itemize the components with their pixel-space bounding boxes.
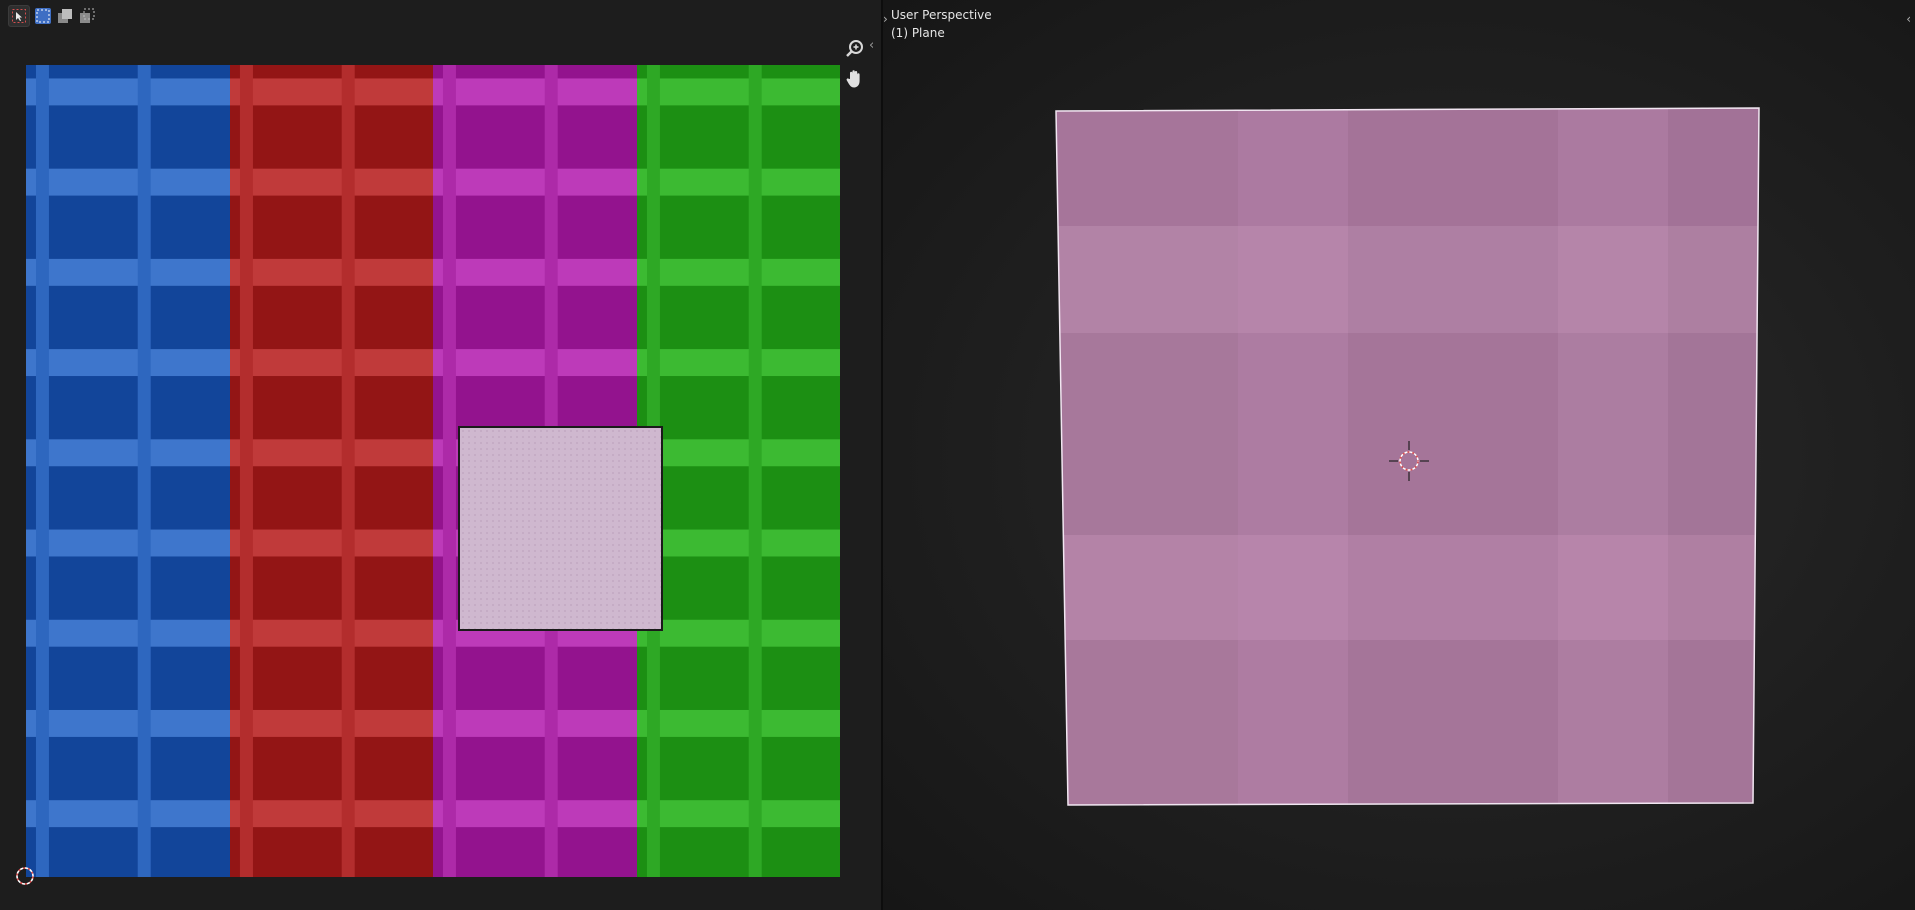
uv-texture-image[interactable] [26,65,840,877]
texture-column-blue [26,65,230,877]
select-subtract-icon [80,8,95,23]
select-mode-new-button[interactable] [34,7,52,25]
select-new-icon [35,8,51,24]
uv-island-pattern [460,428,661,629]
select-mode-extend-button[interactable] [56,7,74,25]
pan-button[interactable] [844,68,866,90]
texture-column-red [229,65,433,877]
uv-toolbar [8,4,96,28]
plane-face[interactable] [1043,100,1773,810]
3d-viewport-area[interactable]: › User Perspective (1) Plane ‹ [883,0,1915,910]
cursor-arrow-icon [12,9,26,23]
chevron-left-icon[interactable]: ‹ [869,38,874,53]
zoom-in-icon [846,40,863,57]
zoom-button[interactable] [844,38,866,60]
uv-editor-area[interactable]: ‹ [0,0,881,910]
select-extend-icon [58,9,72,23]
plane-mesh[interactable] [883,0,1915,910]
uv-island-selected[interactable] [458,426,663,631]
hand-pan-icon [846,70,860,88]
select-mode-subtract-button[interactable] [78,7,96,25]
2d-cursor-icon[interactable] [14,865,36,887]
select-tool-button[interactable] [8,5,30,27]
texture-column-green [636,65,840,877]
